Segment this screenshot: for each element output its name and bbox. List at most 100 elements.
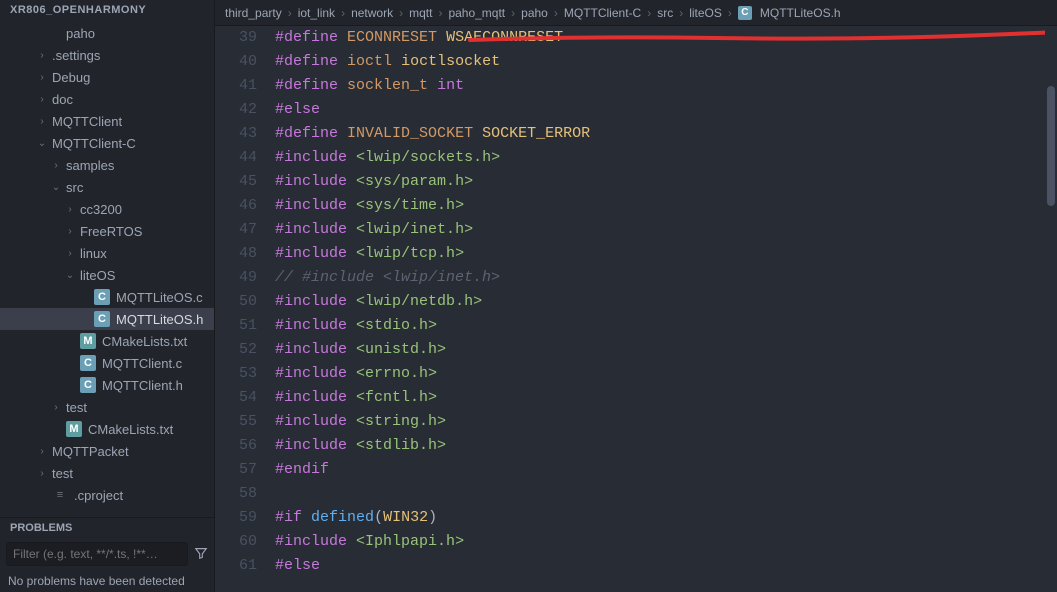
cmake-file-icon: M bbox=[80, 333, 96, 349]
line-numbers: 3940414243444546474849505152535455565758… bbox=[215, 26, 275, 592]
problems-filter-input[interactable] bbox=[6, 542, 188, 566]
c-file-icon: C bbox=[94, 311, 110, 327]
tree-item-label: .settings bbox=[52, 48, 100, 63]
tree-item[interactable]: ⌄ src bbox=[0, 176, 214, 198]
chevron-right-icon[interactable]: › bbox=[36, 93, 48, 105]
breadcrumb-item[interactable]: MQTTClient-C bbox=[564, 6, 641, 20]
tree-item[interactable]: M CMakeLists.txt bbox=[0, 418, 214, 440]
tree-item[interactable]: C MQTTLiteOS.c bbox=[0, 286, 214, 308]
scrollbar-thumb[interactable] bbox=[1047, 86, 1055, 206]
chevron-right-icon: › bbox=[341, 6, 345, 20]
chevron-down-icon[interactable]: ⌄ bbox=[36, 137, 48, 149]
chevron-right-icon[interactable]: › bbox=[64, 203, 76, 215]
chevron-down-icon[interactable]: ⌄ bbox=[64, 269, 76, 281]
chevron-right-icon[interactable]: › bbox=[36, 467, 48, 479]
tree-item-label: FreeRTOS bbox=[80, 224, 142, 239]
chevron-right-icon: › bbox=[288, 6, 292, 20]
tree-item[interactable]: ⌄ liteOS bbox=[0, 264, 214, 286]
tree-item-label: src bbox=[66, 180, 83, 195]
tree-item-label: liteOS bbox=[80, 268, 115, 283]
tree-item[interactable]: › test bbox=[0, 462, 214, 484]
problems-header[interactable]: PROBLEMS bbox=[0, 517, 214, 538]
chevron-right-icon[interactable]: › bbox=[50, 401, 62, 413]
tree-item[interactable]: › samples bbox=[0, 154, 214, 176]
tree-item[interactable]: paho bbox=[0, 22, 214, 44]
breadcrumb[interactable]: third_party › iot_link › network › mqtt › paho_m… bbox=[215, 0, 1057, 26]
tree-item-label: test bbox=[66, 400, 87, 415]
chevron-right-icon: › bbox=[554, 6, 558, 20]
editor[interactable]: 3940414243444546474849505152535455565758… bbox=[215, 26, 1057, 592]
chevron-right-icon: › bbox=[399, 6, 403, 20]
chevron-right-icon[interactable]: › bbox=[64, 225, 76, 237]
c-file-icon: C bbox=[80, 355, 96, 371]
chevron-none bbox=[78, 291, 90, 303]
breadcrumb-item[interactable]: network bbox=[351, 6, 393, 20]
tree-item-label: MQTTPacket bbox=[52, 444, 129, 459]
tree-item-label: MQTTLiteOS.c bbox=[116, 290, 203, 305]
chevron-right-icon[interactable]: › bbox=[36, 49, 48, 61]
tree-item-label: linux bbox=[80, 246, 107, 261]
tree-item[interactable]: C MQTTClient.c bbox=[0, 352, 214, 374]
chevron-none bbox=[50, 27, 62, 39]
breadcrumb-item[interactable]: src bbox=[657, 6, 673, 20]
chevron-right-icon[interactable]: › bbox=[36, 445, 48, 457]
c-file-icon: C bbox=[94, 289, 110, 305]
tree-item[interactable]: › Debug bbox=[0, 66, 214, 88]
filter-icon[interactable] bbox=[194, 546, 208, 563]
chevron-right-icon: › bbox=[438, 6, 442, 20]
tree-item-label: MQTTClient.h bbox=[102, 378, 183, 393]
breadcrumb-item[interactable]: third_party bbox=[225, 6, 282, 20]
code-content[interactable]: #define ECONNRESET WSAECONNRESET#define … bbox=[275, 26, 1057, 592]
project-name: XR806_OPENHARMONY bbox=[0, 0, 214, 20]
cmake-file-icon: M bbox=[66, 421, 82, 437]
breadcrumb-item[interactable]: mqtt bbox=[409, 6, 432, 20]
chevron-none bbox=[64, 379, 76, 391]
main-area: third_party › iot_link › network › mqtt › paho_m… bbox=[215, 0, 1057, 592]
chevron-down-icon[interactable]: ⌄ bbox=[50, 181, 62, 193]
tree-item[interactable]: › .settings bbox=[0, 44, 214, 66]
tree-item-label: MQTTClient.c bbox=[102, 356, 182, 371]
tree-item[interactable]: › FreeRTOS bbox=[0, 220, 214, 242]
chevron-none bbox=[78, 313, 90, 325]
tree-item[interactable]: ›MQTTClient bbox=[0, 110, 214, 132]
tree-item[interactable]: ⌄ MQTTClient-C bbox=[0, 132, 214, 154]
tree-item[interactable]: ›doc bbox=[0, 88, 214, 110]
tree-item-label: test bbox=[52, 466, 73, 481]
c-file-icon: C bbox=[738, 6, 752, 20]
breadcrumb-item[interactable]: iot_link bbox=[298, 6, 335, 20]
breadcrumb-item[interactable]: paho bbox=[521, 6, 548, 20]
breadcrumb-item[interactable]: paho_mqtt bbox=[448, 6, 505, 20]
tree-item[interactable]: › cc3200 bbox=[0, 198, 214, 220]
chevron-right-icon: › bbox=[511, 6, 515, 20]
chevron-none bbox=[64, 357, 76, 369]
file-tree[interactable]: paho › .settings › Debug ›doc›MQTTClient ⌄ MQTT… bbox=[0, 20, 214, 517]
tree-item[interactable]: › linux bbox=[0, 242, 214, 264]
chevron-right-icon: › bbox=[647, 6, 651, 20]
tree-item-label: MQTTClient-C bbox=[52, 136, 136, 151]
vertical-scrollbar[interactable] bbox=[1045, 26, 1057, 592]
tree-item-label: samples bbox=[66, 158, 114, 173]
tree-item[interactable]: › test bbox=[0, 396, 214, 418]
tree-item[interactable]: C MQTTClient.h bbox=[0, 374, 214, 396]
tree-item-label: .cproject bbox=[74, 488, 123, 503]
chevron-right-icon[interactable]: › bbox=[64, 247, 76, 259]
chevron-none bbox=[50, 423, 62, 435]
tree-item[interactable]: MCMakeLists.txt bbox=[0, 330, 214, 352]
tree-item[interactable]: ≡ .cproject bbox=[0, 484, 214, 506]
c-file-icon: C bbox=[80, 377, 96, 393]
chevron-right-icon[interactable]: › bbox=[50, 159, 62, 171]
tree-item-label: Debug bbox=[52, 70, 90, 85]
chevron-none bbox=[64, 335, 76, 347]
tree-item-label: cc3200 bbox=[80, 202, 122, 217]
breadcrumb-file[interactable]: MQTTLiteOS.h bbox=[760, 6, 841, 20]
chevron-right-icon[interactable]: › bbox=[36, 71, 48, 83]
sidebar: XR806_OPENHARMONY paho › .settings › Debug ›d… bbox=[0, 0, 215, 592]
breadcrumb-item[interactable]: liteOS bbox=[689, 6, 722, 20]
config-icon: ≡ bbox=[52, 487, 68, 503]
chevron-right-icon: › bbox=[679, 6, 683, 20]
tree-item-label: CMakeLists.txt bbox=[88, 422, 173, 437]
tree-item[interactable]: › MQTTPacket bbox=[0, 440, 214, 462]
chevron-right-icon[interactable]: › bbox=[36, 115, 48, 127]
tree-item-label: paho bbox=[66, 26, 95, 41]
tree-item[interactable]: CMQTTLiteOS.h bbox=[0, 308, 214, 330]
